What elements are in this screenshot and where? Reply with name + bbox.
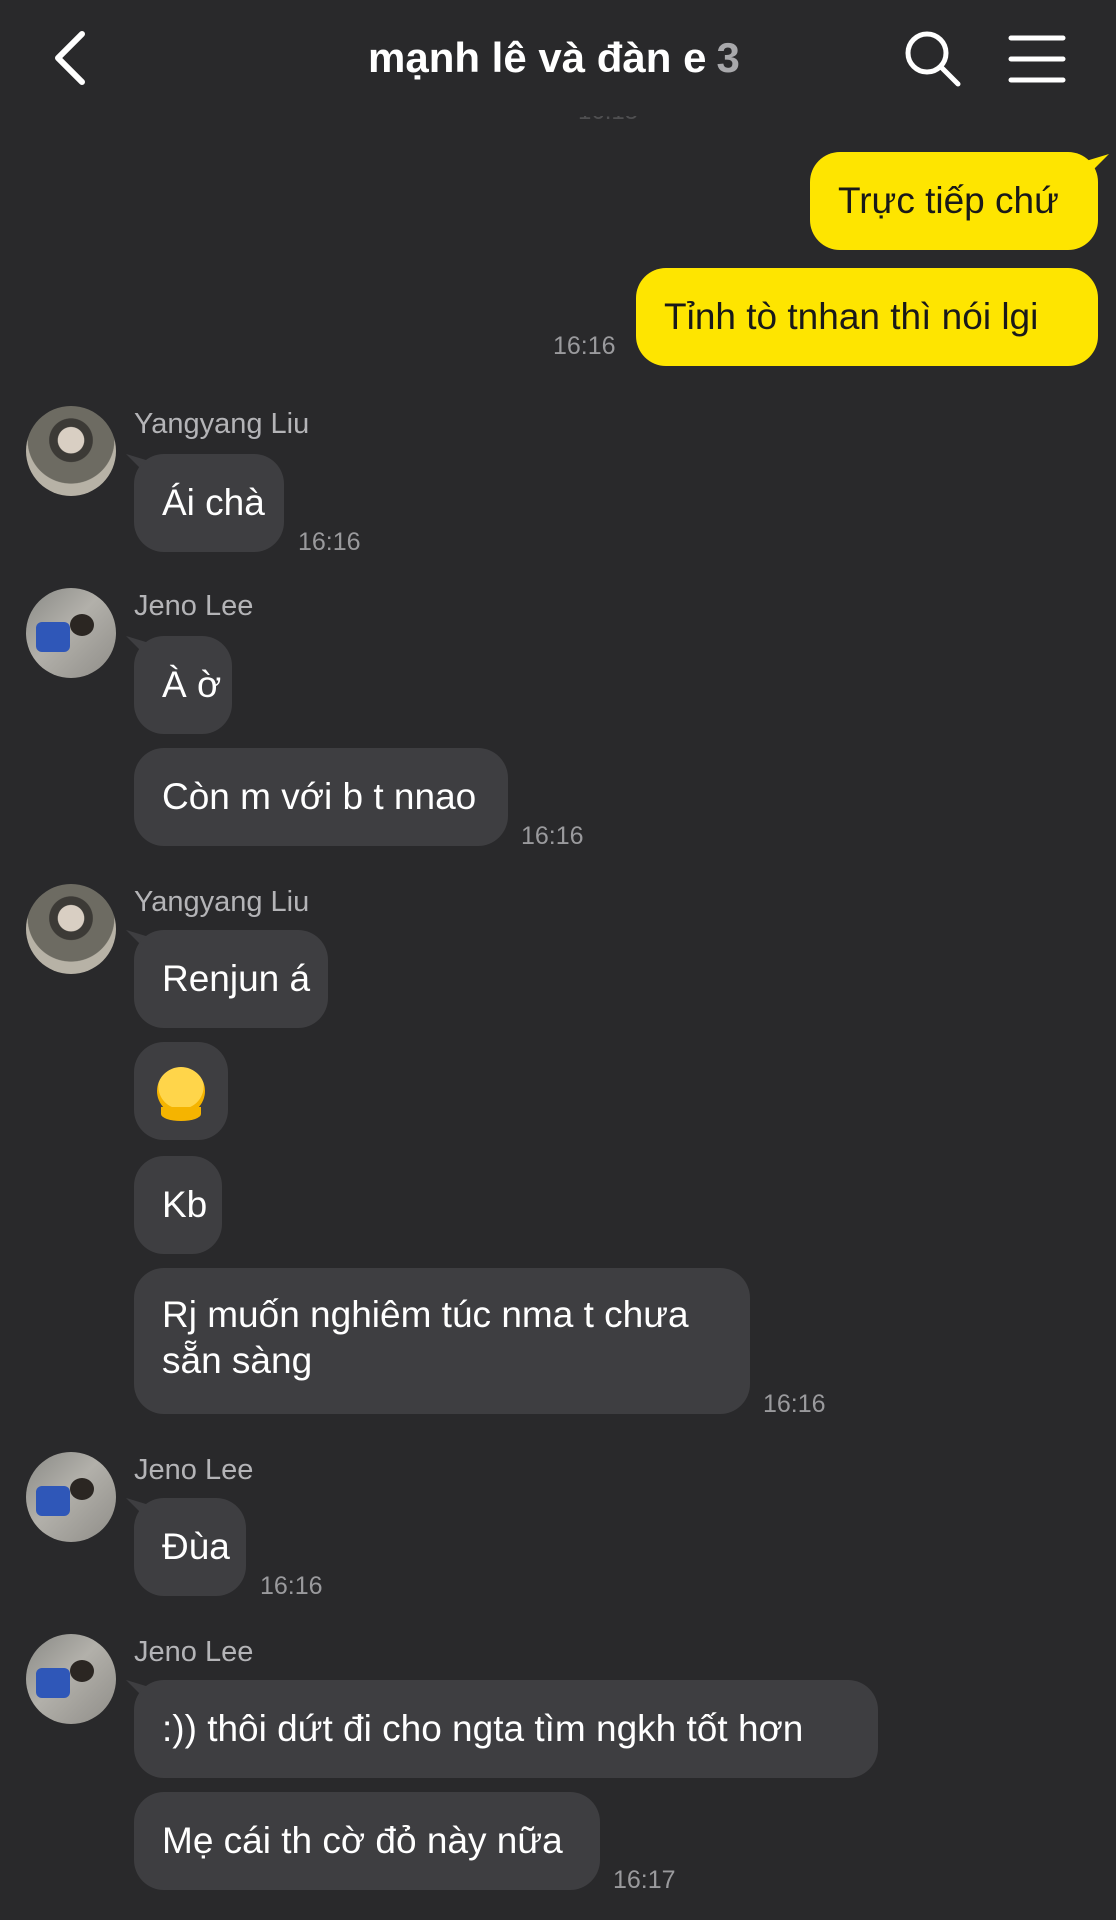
avatar[interactable] bbox=[26, 884, 116, 974]
avatar[interactable] bbox=[26, 406, 116, 496]
message-timestamp: 16:16 bbox=[553, 332, 616, 360]
message-text: Ái chà bbox=[162, 482, 265, 523]
avatar[interactable] bbox=[26, 588, 116, 678]
incoming-message[interactable]: Kb bbox=[134, 1156, 222, 1254]
melting-face-emoji-icon bbox=[157, 1067, 205, 1121]
incoming-message[interactable]: Đùa bbox=[134, 1498, 246, 1596]
incoming-message[interactable]: Mẹ cái th cờ đỏ này nữa bbox=[134, 1792, 600, 1890]
chat-screen: Tin nhắn hay tiếp tục 16:15 mạnh lê và đ… bbox=[0, 0, 1116, 1920]
chevron-left-icon bbox=[55, 31, 85, 85]
outgoing-message[interactable]: Tỉnh tò tnhan thì nói lgi bbox=[636, 268, 1098, 366]
chat-title: mạnh lê và đàn e3 bbox=[368, 34, 740, 82]
message-timestamp: 16:16 bbox=[763, 1390, 826, 1418]
menu-button[interactable] bbox=[1008, 30, 1066, 88]
sender-name: Jeno Lee bbox=[134, 590, 254, 622]
message-text: Tỉnh tò tnhan thì nói lgi bbox=[664, 296, 1039, 337]
avatar[interactable] bbox=[26, 1634, 116, 1724]
search-icon bbox=[905, 31, 961, 87]
member-count: 3 bbox=[716, 34, 740, 81]
message-text: Kb bbox=[162, 1184, 208, 1225]
chat-title-text: mạnh lê và đàn e bbox=[368, 34, 707, 81]
incoming-message[interactable]: Còn m với b t nnao bbox=[134, 748, 508, 846]
incoming-message[interactable]: À ờ bbox=[134, 636, 232, 734]
message-text: Còn m với b t nnao bbox=[162, 776, 477, 817]
hamburger-menu-icon bbox=[1008, 35, 1066, 83]
message-text: Renjun á bbox=[162, 958, 311, 999]
message-text: Trực tiếp chứ bbox=[838, 180, 1059, 221]
message-timestamp: 16:17 bbox=[613, 1866, 676, 1894]
incoming-message[interactable] bbox=[134, 1042, 228, 1140]
message-timestamp: 16:16 bbox=[521, 822, 584, 850]
sender-name: Jeno Lee bbox=[134, 1454, 254, 1486]
avatar[interactable] bbox=[26, 1452, 116, 1542]
sender-name: Jeno Lee bbox=[134, 1636, 254, 1668]
outgoing-message[interactable]: Trực tiếp chứ bbox=[810, 152, 1098, 250]
search-button[interactable] bbox=[902, 28, 964, 90]
message-text: Đùa bbox=[162, 1526, 230, 1567]
incoming-message[interactable]: Renjun á bbox=[134, 930, 328, 1028]
message-timestamp: 16:16 bbox=[298, 528, 361, 556]
message-text: :)) thôi dứt đi cho ngta tìm ngkh tốt hơ… bbox=[162, 1708, 804, 1749]
sender-name: Yangyang Liu bbox=[134, 408, 310, 440]
incoming-message[interactable]: :)) thôi dứt đi cho ngta tìm ngkh tốt hơ… bbox=[134, 1680, 878, 1778]
incoming-message[interactable]: Ái chà bbox=[134, 454, 284, 552]
incoming-message[interactable]: Rj muốn nghiêm túc nma t chưa sẵn sàng bbox=[134, 1268, 750, 1414]
message-text: Rj muốn nghiêm túc nma t chưa sẵn sàng bbox=[162, 1294, 689, 1381]
message-timestamp: 16:16 bbox=[260, 1572, 323, 1600]
back-button[interactable] bbox=[40, 26, 104, 90]
message-text: Mẹ cái th cờ đỏ này nữa bbox=[162, 1820, 563, 1861]
message-text: À ờ bbox=[162, 664, 222, 705]
sender-name: Yangyang Liu bbox=[134, 886, 310, 918]
